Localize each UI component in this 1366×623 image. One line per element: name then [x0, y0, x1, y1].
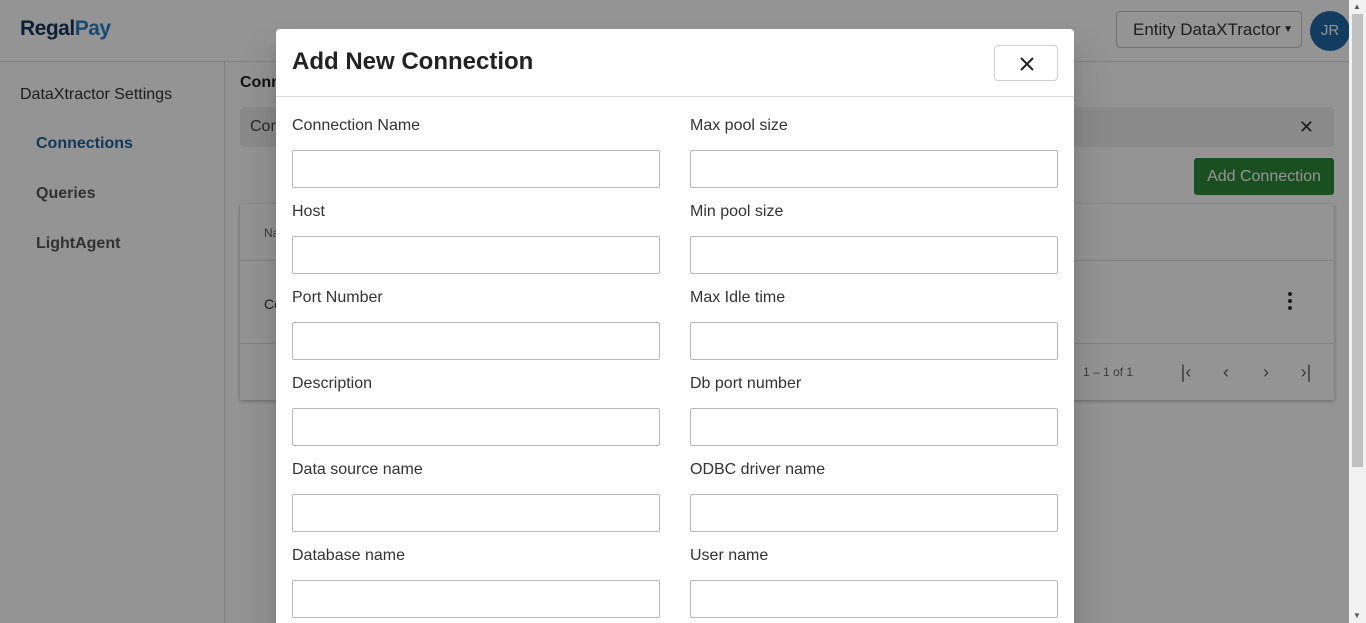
odbc-driver-name-label: ODBC driver name — [690, 461, 826, 478]
database-name-field: Database name — [292, 547, 660, 618]
page-scrollbar[interactable]: ▲ ▼ — [1349, 0, 1366, 623]
close-dialog-button[interactable] — [994, 45, 1058, 81]
description-field: Description — [292, 375, 660, 446]
connection-name-field: Connection Name — [292, 117, 660, 188]
scroll-up-icon[interactable]: ▲ — [1353, 2, 1361, 11]
host-field: Host — [292, 203, 660, 274]
dialog-header: Add New Connection — [276, 29, 1074, 97]
min-pool-size-label: Min pool size — [690, 203, 784, 220]
db-port-number-field: Db port number — [690, 375, 1058, 446]
data-source-name-input[interactable] — [292, 494, 660, 532]
host-label: Host — [292, 203, 325, 220]
data-source-name-field: Data source name — [292, 461, 660, 532]
max-pool-size-label: Max pool size — [690, 117, 788, 134]
max-idle-time-label: Max Idle time — [690, 289, 786, 306]
user-name-input[interactable] — [690, 580, 1058, 618]
close-icon — [1020, 57, 1034, 71]
max-idle-time-input[interactable] — [690, 322, 1058, 360]
max-pool-size-input[interactable] — [690, 150, 1058, 188]
min-pool-size-field: Min pool size — [690, 203, 1058, 274]
min-pool-size-input[interactable] — [690, 236, 1058, 274]
max-idle-time-field: Max Idle time — [690, 289, 1058, 360]
data-source-name-label: Data source name — [292, 461, 423, 478]
user-name-label: User name — [690, 547, 769, 564]
odbc-driver-name-input[interactable] — [690, 494, 1058, 532]
connection-name-label: Connection Name — [292, 117, 421, 134]
description-input[interactable] — [292, 408, 660, 446]
port-number-label: Port Number — [292, 289, 383, 306]
port-number-input[interactable] — [292, 322, 660, 360]
db-port-number-label: Db port number — [690, 375, 802, 392]
dialog-title: Add New Connection — [292, 48, 534, 75]
port-number-field: Port Number — [292, 289, 660, 360]
add-connection-dialog: Add New Connection Connection Name Max p… — [276, 29, 1074, 623]
user-name-field: User name — [690, 547, 1058, 618]
database-name-input[interactable] — [292, 580, 660, 618]
db-port-number-input[interactable] — [690, 408, 1058, 446]
max-pool-size-field: Max pool size — [690, 117, 1058, 188]
connection-name-input[interactable] — [292, 150, 660, 188]
host-input[interactable] — [292, 236, 660, 274]
description-label: Description — [292, 375, 373, 392]
database-name-label: Database name — [292, 547, 405, 564]
odbc-driver-name-field: ODBC driver name — [690, 461, 1058, 532]
scroll-thumb[interactable] — [1352, 14, 1363, 467]
scroll-down-icon[interactable]: ▼ — [1353, 611, 1361, 620]
